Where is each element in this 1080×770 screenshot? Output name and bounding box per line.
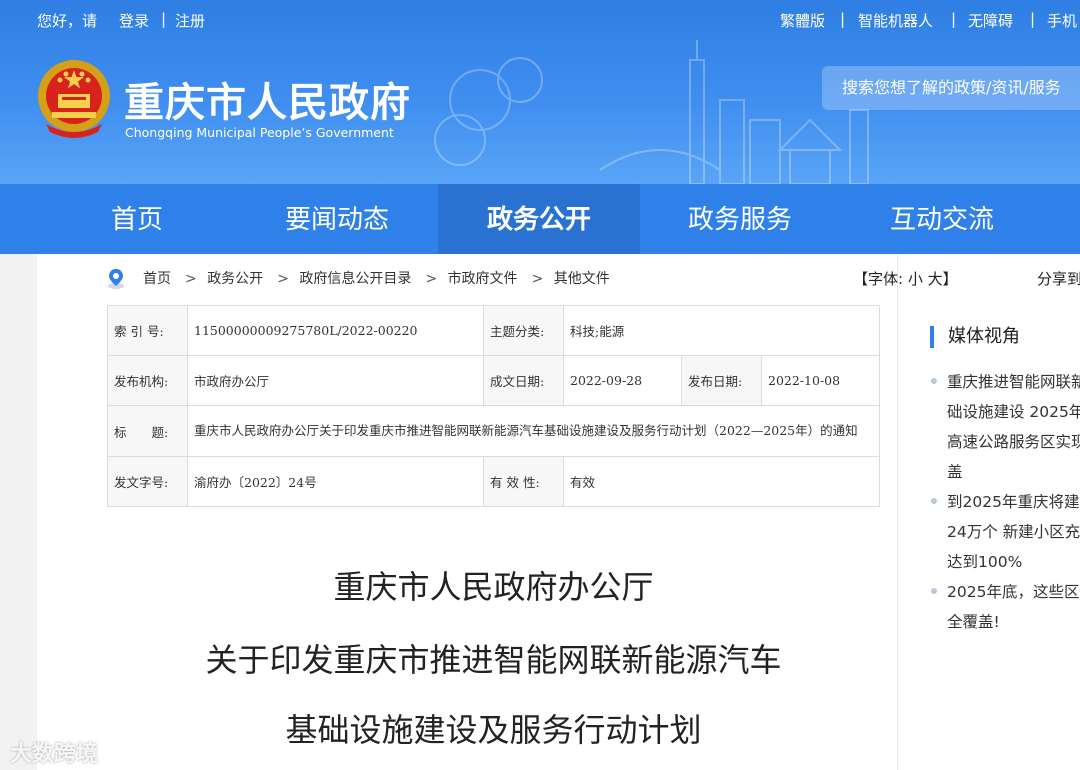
breadcrumb-separator: > [425,271,438,287]
index-label: 索 引 号: [107,305,188,356]
smart-robot-link[interactable]: 智能机器人 [858,10,933,31]
nav-news[interactable]: 要闻动态 [237,184,437,254]
index-value: 11500000009275780L/2022-00220 [187,305,484,356]
doc-number-label: 发文字号: [107,456,188,507]
media-item-3-line[interactable]: 2025年底，这些区 [947,580,1079,602]
publish-date-value: 2022-10-08 [761,355,880,406]
document-info-table: 索 引 号: 11500000009275780L/2022-00220 主题分… [107,305,880,507]
breadcrumb-other-documents[interactable]: 其他文件 [554,271,610,287]
topbar-divider: | [1030,10,1036,28]
validity-value: 有效 [563,456,880,507]
header: 您好，请 登录 | 注册 繁體版 | 智能机器人 | 无障碍 | 手机 重庆市人… [0,0,1080,184]
media-item-3-line[interactable]: 全覆盖! [947,610,1000,632]
breadcrumb-separator: > [277,271,289,287]
topbar-divider: | [951,10,957,28]
breadcrumb-municipal-documents[interactable]: 市政府文件 [448,271,518,287]
nav-interaction[interactable]: 互动交流 [842,184,1042,254]
main-nav: 首页 要闻动态 政务公开 政务服务 互动交流 [0,184,1080,254]
topbar-divider: | [161,10,167,28]
document-title-line-1: 重庆市人民政府办公厅 [333,568,654,606]
list-bullet [931,378,937,384]
register-link[interactable]: 注册 [175,10,205,31]
written-date-value: 2022-09-28 [563,355,682,406]
font-size-large[interactable]: 大】 [928,270,958,288]
font-size-control: 【字体: 小 大】 [853,268,958,289]
org-label: 发布机构: [107,355,188,406]
nav-services[interactable]: 政务服务 [640,184,840,254]
media-item-1-line[interactable]: 盖 [947,460,963,482]
topic-label: 主题分类: [483,305,564,356]
title-value: 重庆市人民政府办公厅关于印发重庆市推进智能网联新能源汽车基础设施建设及服务行动计… [187,405,880,457]
topic-value: 科技;能源 [563,305,880,356]
topbar-divider: | [840,10,846,28]
font-size-small[interactable]: 小 [908,270,923,288]
breadcrumb-government-affairs[interactable]: 政务公开 [207,271,263,287]
mobile-link[interactable]: 手机 [1047,10,1077,31]
city-skyline-illustration [434,40,869,184]
validity-label: 有 效 性: [483,456,564,507]
written-date-label: 成文日期: [483,355,564,406]
document-title-line-3: 基础设施建设及服务行动计划 [285,711,702,749]
media-item-1-line[interactable]: 高速公路服务区实现 [947,430,1080,452]
publish-date-label: 发布日期: [681,355,762,406]
national-emblem-icon [38,60,110,138]
media-item-2-line[interactable]: 24万个 新建小区充 [947,520,1080,542]
breadcrumb-catalog[interactable]: 政府信息公开目录 [299,271,411,287]
org-value: 市政府办公厅 [187,355,484,406]
location-pin-icon [108,269,124,289]
site-subtitle: Chongqing Municipal People’s Government [125,125,394,140]
list-bullet [931,498,937,504]
page: 您好，请 登录 | 注册 繁體版 | 智能机器人 | 无障碍 | 手机 重庆市人… [0,0,1080,770]
title-label: 标 题: [107,405,188,457]
media-item-1-line[interactable]: 础设施建设 2025年 [947,400,1080,422]
nav-government-affairs[interactable]: 政务公开 [438,184,640,254]
doc-number-value: 渝府办〔2022〕24号 [187,456,484,507]
breadcrumb-home[interactable]: 首页 [143,271,171,287]
traditional-chinese-link[interactable]: 繁體版 [780,10,825,31]
document-title-line-2: 关于印发重庆市推进智能网联新能源汽车 [205,641,782,679]
greeting-text: 您好，请 [37,12,98,30]
media-item-2-line[interactable]: 达到100% [947,550,1022,572]
login-link[interactable]: 登录 [119,10,149,31]
breadcrumb-separator: > [185,271,197,287]
share-label[interactable]: 分享到 [1037,268,1080,289]
list-bullet [931,588,937,594]
breadcrumb: 首页 > 政务公开 > 政府信息公开目录 > 市政府文件 > 其他文件 [143,268,616,290]
font-size-label: 【字体: [853,270,904,288]
watermark: 大数跨境 [10,742,99,767]
breadcrumb-separator: > [531,271,544,287]
top-bar: 您好，请 登录 | 注册 繁體版 | 智能机器人 | 无障碍 | 手机 [0,0,1080,40]
media-item-1-line[interactable]: 重庆推进智能网联新 [947,370,1080,392]
accessibility-link[interactable]: 无障碍 [968,10,1013,31]
site-title[interactable]: 重庆市人民政府 [124,70,411,128]
media-item-2-line[interactable]: 到2025年重庆将建 [947,490,1079,512]
media-perspective-heading: 媒体视角 [930,326,1020,348]
nav-home[interactable]: 首页 [37,184,237,254]
search-input[interactable]: 搜索您想了解的政策/资讯/服务 [822,66,1080,110]
